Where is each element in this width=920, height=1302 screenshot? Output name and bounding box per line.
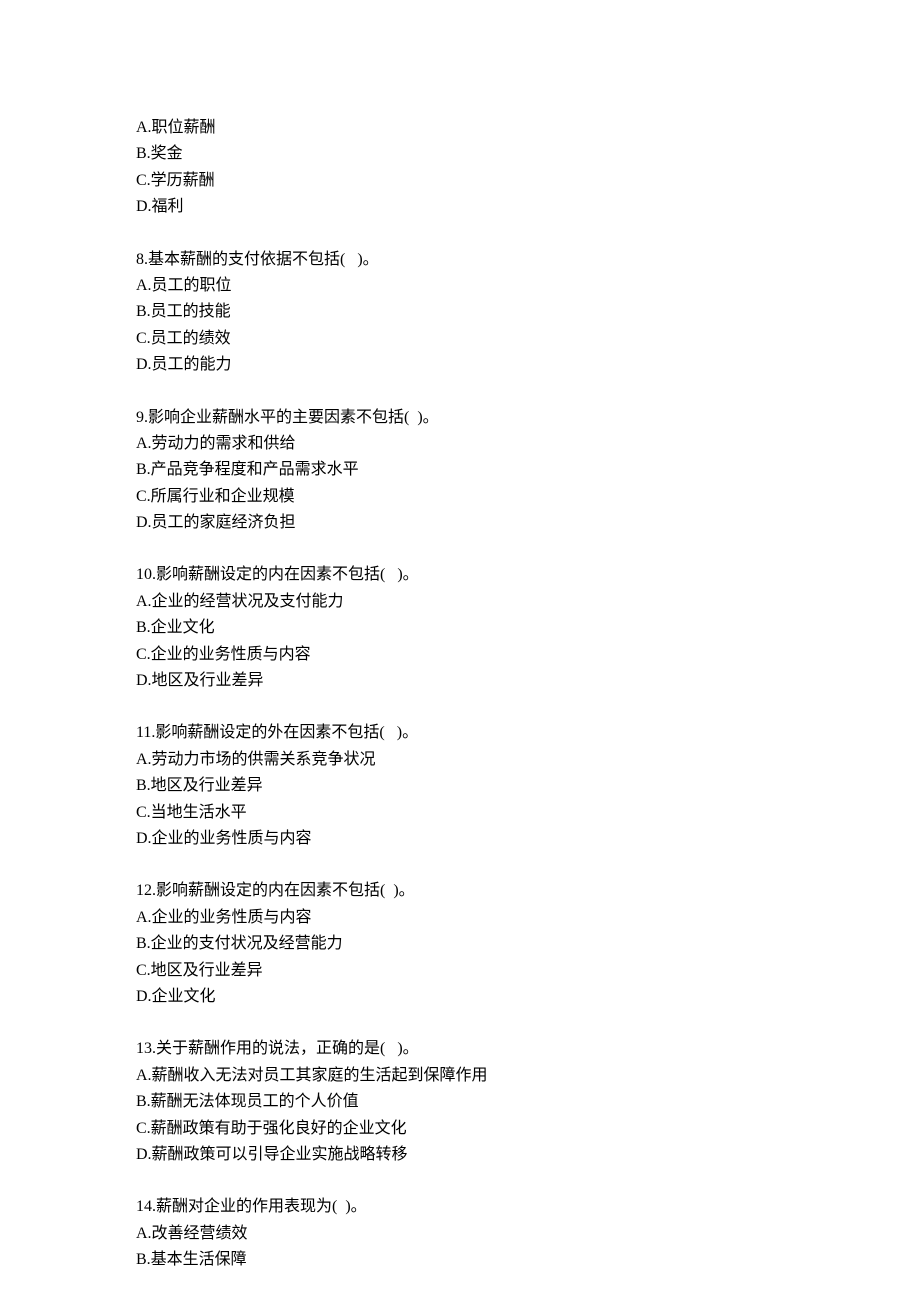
option-d: D.福利 — [136, 194, 920, 220]
option-b: B.员工的技能 — [136, 299, 920, 325]
option-b: B.基本生活保障 — [136, 1247, 920, 1273]
option-d: D.地区及行业差异 — [136, 668, 920, 694]
question-stem: 13.关于薪酬作用的说法，正确的是( )。 — [136, 1036, 920, 1062]
option-a: A.薪酬收入无法对员工其家庭的生活起到保障作用 — [136, 1063, 920, 1089]
option-a: A.企业的经营状况及支付能力 — [136, 589, 920, 615]
option-c: C.所属行业和企业规模 — [136, 484, 920, 510]
question-9: 9.影响企业薪酬水平的主要因素不包括( )。 A.劳动力的需求和供给 B.产品竞… — [136, 405, 920, 537]
question-stem: 11.影响薪酬设定的外在因素不包括( )。 — [136, 720, 920, 746]
option-a: A.劳动力市场的供需关系竞争状况 — [136, 747, 920, 773]
option-d: D.员工的家庭经济负担 — [136, 510, 920, 536]
question-stem: 14.薪酬对企业的作用表现为( )。 — [136, 1194, 920, 1220]
question-stem: 10.影响薪酬设定的内在因素不包括( )。 — [136, 562, 920, 588]
option-d: D.企业文化 — [136, 984, 920, 1010]
question-13: 13.关于薪酬作用的说法，正确的是( )。 A.薪酬收入无法对员工其家庭的生活起… — [136, 1036, 920, 1168]
question-11: 11.影响薪酬设定的外在因素不包括( )。 A.劳动力市场的供需关系竞争状况 B… — [136, 720, 920, 852]
option-b: B.薪酬无法体现员工的个人价值 — [136, 1089, 920, 1115]
option-c: C.地区及行业差异 — [136, 958, 920, 984]
option-a: A.职位薪酬 — [136, 115, 920, 141]
option-c: C.当地生活水平 — [136, 800, 920, 826]
option-c: C.企业的业务性质与内容 — [136, 642, 920, 668]
question-8: 8.基本薪酬的支付依据不包括( )。 A.员工的职位 B.员工的技能 C.员工的… — [136, 247, 920, 379]
option-b: B.地区及行业差异 — [136, 773, 920, 799]
option-d: D.薪酬政策可以引导企业实施战略转移 — [136, 1142, 920, 1168]
question-14: 14.薪酬对企业的作用表现为( )。 A.改善经营绩效 B.基本生活保障 — [136, 1194, 920, 1273]
question-10: 10.影响薪酬设定的内在因素不包括( )。 A.企业的经营状况及支付能力 B.企… — [136, 562, 920, 694]
option-c: C.学历薪酬 — [136, 168, 920, 194]
option-c: C.薪酬政策有助于强化良好的企业文化 — [136, 1116, 920, 1142]
option-b: B.产品竞争程度和产品需求水平 — [136, 457, 920, 483]
option-b: B.企业的支付状况及经营能力 — [136, 931, 920, 957]
option-a: A.劳动力的需求和供给 — [136, 431, 920, 457]
orphan-options-block: A.职位薪酬 B.奖金 C.学历薪酬 D.福利 — [136, 115, 920, 221]
option-d: D.员工的能力 — [136, 352, 920, 378]
option-a: A.改善经营绩效 — [136, 1221, 920, 1247]
question-stem: 12.影响薪酬设定的内在因素不包括( )。 — [136, 878, 920, 904]
option-c: C.员工的绩效 — [136, 326, 920, 352]
option-a: A.员工的职位 — [136, 273, 920, 299]
option-a: A.企业的业务性质与内容 — [136, 905, 920, 931]
question-12: 12.影响薪酬设定的内在因素不包括( )。 A.企业的业务性质与内容 B.企业的… — [136, 878, 920, 1010]
option-d: D.企业的业务性质与内容 — [136, 826, 920, 852]
question-stem: 8.基本薪酬的支付依据不包括( )。 — [136, 247, 920, 273]
option-b: B.奖金 — [136, 141, 920, 167]
option-b: B.企业文化 — [136, 615, 920, 641]
question-stem: 9.影响企业薪酬水平的主要因素不包括( )。 — [136, 405, 920, 431]
